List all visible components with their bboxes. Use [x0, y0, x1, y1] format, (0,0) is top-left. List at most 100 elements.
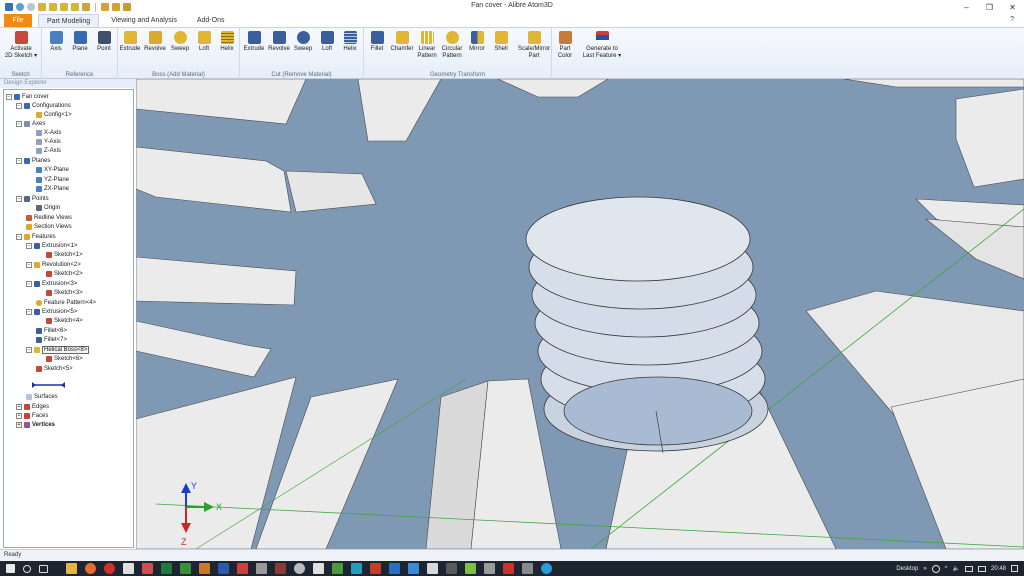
open-part-icon[interactable] — [38, 3, 46, 11]
tab-viewing-analysis[interactable]: Viewing and Analysis — [103, 14, 185, 27]
plane-button[interactable]: Plane — [68, 31, 92, 53]
help-button[interactable]: ? — [1010, 16, 1014, 23]
tree-node-x-axis[interactable]: X-Axis — [36, 128, 61, 137]
point-button[interactable]: Point — [92, 31, 116, 53]
app-icon[interactable] — [180, 563, 191, 574]
open-drawing-icon[interactable] — [60, 3, 68, 11]
chamfer-button[interactable]: Chamfer — [390, 31, 414, 53]
tree-node-configurations[interactable]: − Configurations — [16, 101, 71, 110]
app-icon[interactable] — [275, 563, 286, 574]
tree-node-axes[interactable]: − Axes — [16, 119, 45, 128]
network-icon[interactable] — [964, 565, 973, 572]
collapse-icon[interactable]: − — [16, 120, 22, 127]
measure-icon[interactable] — [123, 3, 131, 11]
globe-icon[interactable] — [16, 3, 24, 11]
tree-node-vertices[interactable]: + Vertices — [16, 420, 55, 429]
fillet-button[interactable]: Fillet — [365, 31, 389, 53]
tree-node-redline-views[interactable]: Redline Views — [26, 213, 72, 222]
minimize-button[interactable]: – — [955, 0, 978, 14]
scale-mirror-part-button[interactable]: Scale/Mirror Part — [518, 31, 550, 60]
collapse-icon[interactable]: − — [16, 195, 22, 202]
tree-node-section-views[interactable]: Section Views — [26, 222, 72, 231]
keyboard-icon[interactable] — [977, 565, 986, 572]
tray-overflow-icon[interactable]: ^ — [945, 566, 948, 572]
app-icon[interactable] — [522, 563, 533, 574]
collapse-icon[interactable]: − — [16, 157, 22, 164]
expand-icon[interactable]: + — [16, 421, 22, 428]
app-icon[interactable] — [427, 563, 438, 574]
clock[interactable]: 20:48 — [991, 566, 1006, 572]
app-icon[interactable] — [313, 563, 324, 574]
windows-start-icon[interactable] — [6, 564, 15, 573]
tree-node-fillet-7[interactable]: Fillet<7> — [36, 335, 67, 344]
toolbar-chevron[interactable]: » — [923, 566, 926, 572]
tree-node-edges[interactable]: + Edges — [16, 402, 49, 411]
tab-part-modeling[interactable]: Part Modeling — [38, 14, 100, 27]
3d-viewport[interactable]: Y X Z — [136, 79, 1024, 549]
app-icon[interactable] — [389, 563, 400, 574]
close-button[interactable]: ✕ — [1001, 0, 1024, 14]
collapse-icon[interactable]: − — [26, 242, 32, 249]
opera-icon[interactable] — [104, 563, 115, 574]
shell-button[interactable]: Shell — [489, 31, 513, 53]
linear-pattern-button[interactable]: Linear Pattern — [415, 31, 439, 60]
circular-pattern-button[interactable]: Circular Pattern — [440, 31, 464, 60]
tree-node-points[interactable]: − Points — [16, 194, 49, 203]
tree-node-revolution-2[interactable]: − Revolution<2> — [26, 260, 81, 269]
app-icon[interactable] — [332, 563, 343, 574]
rollback-bar[interactable] — [32, 382, 65, 388]
tree-node-sketch-4[interactable]: Sketch<4> — [46, 316, 83, 325]
boss-sweep-button[interactable]: Sweep — [168, 31, 192, 53]
redo-icon[interactable] — [112, 3, 120, 11]
tree-node-sketch-5[interactable]: Sketch<5> — [36, 364, 73, 373]
tree-node-zx-plane[interactable]: ZX-Plane — [36, 184, 69, 193]
tree-node-planes[interactable]: − Planes — [16, 156, 50, 165]
activate-2d-sketch-button[interactable]: Activate 2D Sketch ▾ — [5, 31, 37, 60]
app-icon[interactable] — [237, 563, 248, 574]
collapse-icon[interactable]: − — [26, 308, 32, 315]
cut-helix-button[interactable]: Helix — [338, 31, 362, 53]
app-icon[interactable] — [294, 563, 305, 574]
tree-node-y-axis[interactable]: Y-Axis — [36, 137, 61, 146]
import-icon[interactable] — [82, 3, 90, 11]
tree-node-feature-pattern-4[interactable]: Feature Pattern<4> — [36, 298, 96, 307]
firefox-icon[interactable] — [85, 563, 96, 574]
acrobat-icon[interactable] — [503, 563, 514, 574]
boss-extrude-button[interactable]: Extrude — [118, 31, 142, 53]
app-icon[interactable] — [370, 563, 381, 574]
tree-node-faces[interactable]: + Faces — [16, 411, 48, 420]
collapse-icon[interactable]: − — [16, 233, 22, 240]
app-icon[interactable] — [199, 563, 210, 574]
sphere-icon[interactable] — [27, 3, 35, 11]
tree-node-fillet-6[interactable]: Fillet<6> — [36, 326, 67, 335]
tree-node-extrusion-5[interactable]: − Extrusion<5> — [26, 307, 77, 316]
collapse-icon[interactable]: − — [26, 261, 32, 268]
mirror-button[interactable]: Mirror — [465, 31, 489, 53]
people-icon[interactable] — [931, 564, 940, 573]
cut-revolve-button[interactable]: Revolve — [267, 31, 291, 53]
tree-node-sketch-6[interactable]: Sketch<6> — [46, 354, 83, 363]
excel-icon[interactable] — [161, 563, 172, 574]
tree-node-sketch-3[interactable]: Sketch<3> — [46, 288, 83, 297]
tree-node-origin[interactable]: Origin — [36, 203, 60, 212]
alibre-icon[interactable] — [541, 563, 552, 574]
volume-icon[interactable]: 🔈 — [953, 565, 960, 572]
app-icon[interactable] — [142, 563, 153, 574]
tree-node-yz-plane[interactable]: YZ-Plane — [36, 175, 69, 184]
search-icon[interactable] — [23, 564, 31, 573]
app-icon[interactable] — [408, 563, 419, 574]
cut-extrude-button[interactable]: Extrude — [242, 31, 266, 53]
collapse-icon[interactable]: − — [26, 280, 32, 287]
desktop-toolbar-label[interactable]: Desktop — [896, 566, 918, 572]
file-explorer-icon[interactable] — [66, 563, 77, 574]
app-icon[interactable] — [123, 563, 134, 574]
boss-helix-button[interactable]: Helix — [215, 31, 239, 53]
tree-node-z-axis[interactable]: Z-Axis — [36, 146, 61, 155]
notifications-icon[interactable] — [1011, 565, 1018, 572]
tree-node-helical-boss-8[interactable]: − Helical Boss<8> — [26, 345, 90, 354]
axis-button[interactable]: Axis — [44, 31, 68, 53]
expand-icon[interactable]: + — [16, 403, 22, 410]
tree-node-extrusion-1[interactable]: − Extrusion<1> — [26, 241, 77, 250]
tree-node-features[interactable]: − Features — [16, 232, 56, 241]
app-icon[interactable] — [465, 563, 476, 574]
